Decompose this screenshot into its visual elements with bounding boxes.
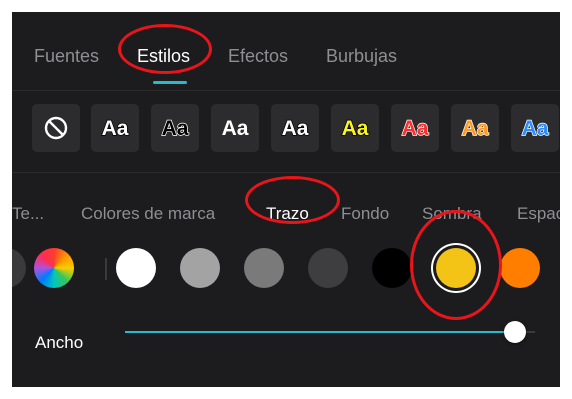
style-tile-label: Aa [461,116,489,140]
style-tile-label: Aa [281,116,309,140]
style-tile-1[interactable]: Aa [91,104,139,152]
slider-fill [125,331,515,333]
subtab-fondo[interactable]: Fondo [341,204,389,224]
style-tile-5[interactable]: Aa [331,104,379,152]
swatch-separator [105,258,107,280]
tab-burbujas[interactable]: Burbujas [326,46,397,67]
tab-fuentes[interactable]: Fuentes [34,46,99,67]
style-tile-8[interactable]: Aa [511,104,559,152]
tab-efectos[interactable]: Efectos [228,46,288,67]
slider-label: Ancho [35,333,84,352]
slider-thumb[interactable] [503,321,526,343]
subtab-sombra[interactable]: Sombra [422,204,482,224]
style-tile-4[interactable]: Aa [271,104,319,152]
color-swatch-1[interactable] [116,248,156,288]
color-swatch-2[interactable] [180,248,220,288]
subtab-espaciado[interactable]: Espac [517,204,560,224]
text-edit-panel: Fuentes Estilos Efectos Burbujas Aa Aa Aa A… [12,12,560,387]
color-swatch-4[interactable] [308,248,348,288]
no-style-icon [44,116,68,140]
color-swatch-5[interactable] [372,248,412,288]
style-tile-label: Aa [221,116,249,140]
width-slider[interactable] [125,321,535,343]
style-tile-label: Aa [341,116,369,140]
style-none-button[interactable] [32,104,80,152]
color-swatch-3[interactable] [244,248,284,288]
subtab-colores-de-marca[interactable]: Colores de marca [81,204,215,224]
style-tile-2[interactable]: Aa [151,104,199,152]
color-swatch-6[interactable] [436,248,476,288]
tab-estilos[interactable]: Estilos [137,46,190,67]
styles-divider [12,172,560,173]
color-swatch-7[interactable] [500,248,540,288]
style-tile-label: Aa [101,116,129,140]
subtab-texto[interactable]: Te... [12,204,44,224]
active-tab-indicator [153,81,187,84]
tabs-divider [12,90,560,91]
style-tile-7[interactable]: Aa [451,104,499,152]
style-tile-label: Aa [161,116,189,140]
style-tile-6[interactable]: Aa [391,104,439,152]
style-tile-label: Aa [401,116,429,140]
color-wheel-icon[interactable] [34,248,74,288]
swatch-scroll-partial [12,248,26,288]
style-tile-3[interactable]: Aa [211,104,259,152]
style-tile-label: Aa [521,116,549,140]
subtab-trazo[interactable]: Trazo [266,204,309,224]
